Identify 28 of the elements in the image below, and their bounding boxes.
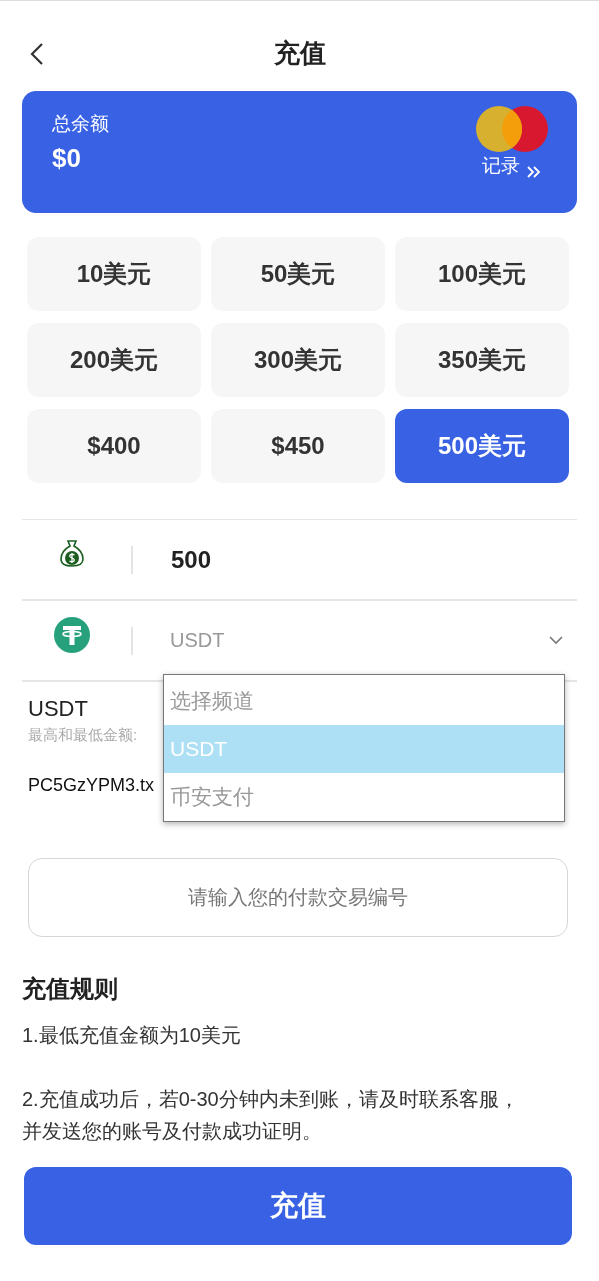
- wallet-address: PC5GzYPM3.tx: [28, 775, 155, 796]
- transaction-id-field[interactable]: 请输入您的付款交易编号: [28, 858, 568, 937]
- rule-text: 1.最低充值金额为10美元: [22, 1023, 242, 1048]
- back-icon[interactable]: [30, 42, 44, 66]
- rule-text: 2.充值成功后，若0-30分钟内未到账，请及时联系客服，并发送您的账号及付款成功证明。: [22, 1087, 520, 1144]
- card-logo-icon: [475, 105, 549, 153]
- tether-icon: [54, 616, 90, 653]
- amount-option[interactable]: 500美元: [395, 409, 569, 483]
- amount-option[interactable]: 100美元: [395, 237, 569, 311]
- amount-option[interactable]: 50美元: [211, 237, 385, 311]
- amount-limits: 最高和最低金额:: [28, 726, 138, 745]
- amount-field[interactable]: 500: [171, 545, 212, 574]
- amount-option[interactable]: $400: [27, 409, 201, 483]
- money-bag-icon: [59, 537, 85, 568]
- caret-icon: [549, 636, 563, 645]
- balance-label: 总余额: [52, 112, 109, 136]
- balance-amount: $0: [52, 143, 82, 174]
- amount-option[interactable]: 10美元: [27, 237, 201, 311]
- records-link[interactable]: 记录: [482, 153, 542, 179]
- rules-heading: 充值规则: [22, 974, 119, 1004]
- amount-option[interactable]: $450: [211, 409, 385, 483]
- page-title: 充值: [273, 36, 326, 70]
- amount-option[interactable]: 350美元: [395, 323, 569, 397]
- amount-option[interactable]: 300美元: [211, 323, 385, 397]
- channel-name: USDT: [28, 696, 88, 722]
- amount-option[interactable]: 200美元: [27, 323, 201, 397]
- double-chevron-icon: [526, 165, 542, 179]
- recharge-button[interactable]: 充值: [24, 1167, 572, 1245]
